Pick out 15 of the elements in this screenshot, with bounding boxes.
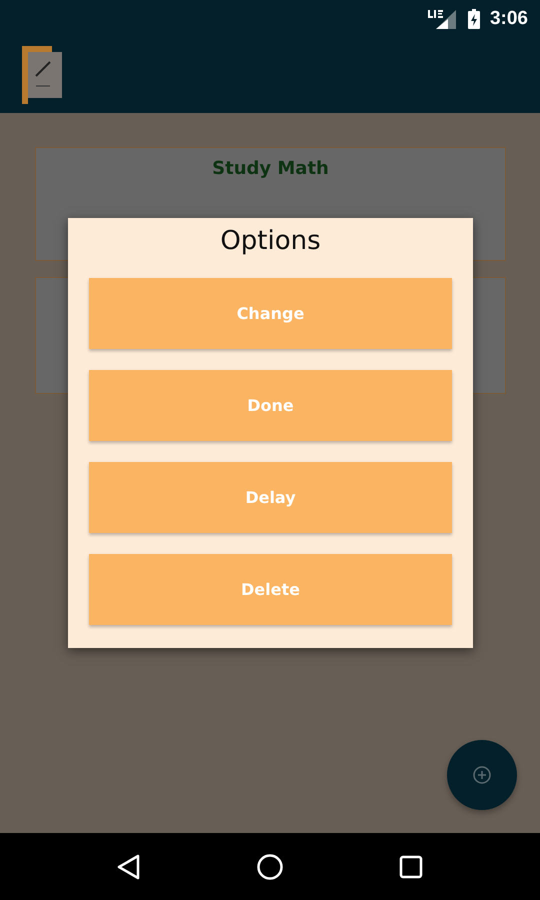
option-button[interactable]: Done [89,370,452,441]
status-time: 3:06 [490,8,528,30]
option-button[interactable]: Delay [89,462,452,533]
option-button[interactable]: Delete [89,554,452,625]
add-button[interactable] [447,740,517,810]
signal-icon [426,9,458,29]
notepad-icon [22,46,64,106]
home-icon[interactable] [256,852,284,880]
recents-icon[interactable] [398,854,423,878]
add-icon [472,765,492,785]
back-icon[interactable] [117,854,142,880]
task-title: Study Math [212,158,329,179]
battery-icon [468,9,480,29]
dialog-title: Options [220,226,321,256]
option-button[interactable]: Change [89,278,452,349]
